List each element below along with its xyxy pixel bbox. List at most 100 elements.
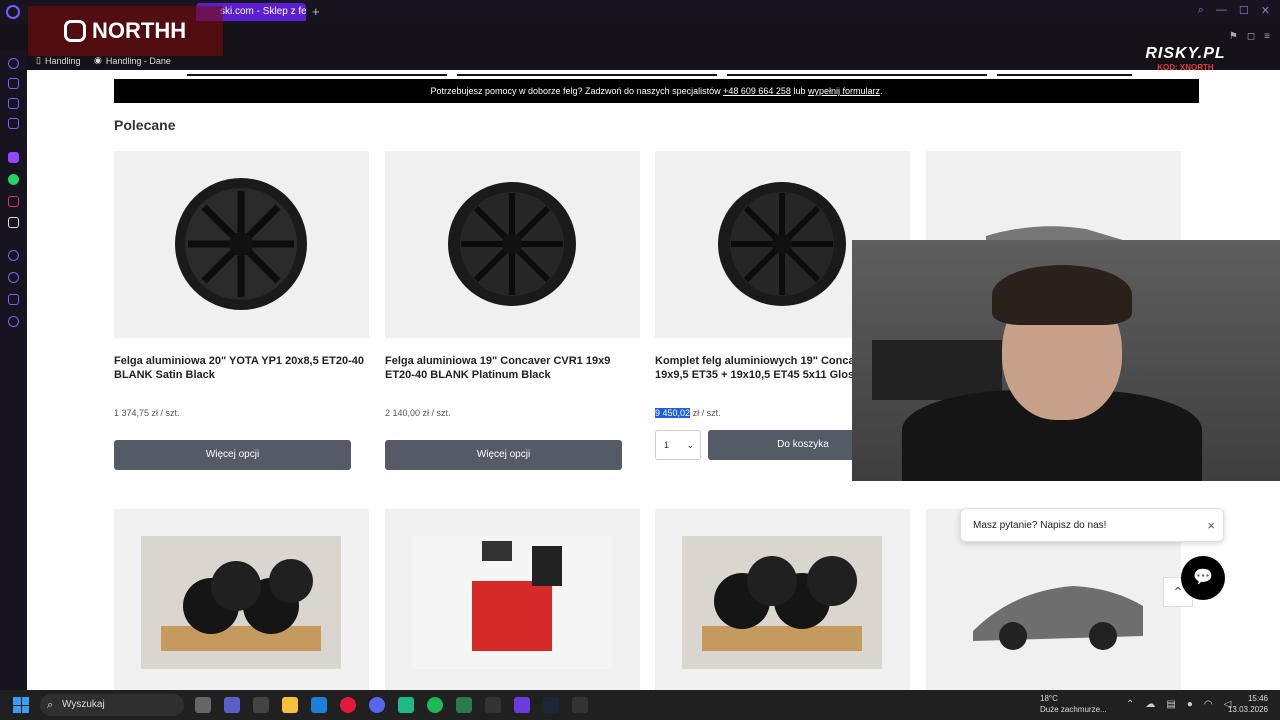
bookmark-icon[interactable]: ⚑ bbox=[1229, 31, 1238, 42]
app-icon[interactable] bbox=[398, 697, 414, 713]
speed-dial-icon[interactable] bbox=[8, 58, 19, 69]
settings-icon[interactable] bbox=[8, 316, 19, 327]
x-icon[interactable] bbox=[8, 217, 19, 228]
product-image[interactable] bbox=[953, 536, 1153, 669]
chat-button[interactable]: 💬 bbox=[1181, 556, 1225, 600]
music-icon[interactable] bbox=[8, 250, 19, 261]
mail-icon[interactable] bbox=[311, 697, 327, 713]
help-form-link[interactable]: wypełnij formularz bbox=[808, 86, 880, 96]
chat-prompt-text: Masz pytanie? Napisz do nas! bbox=[973, 520, 1107, 531]
sponsor-overlay: RISKY.PL KOD: XNORTH -5% NA WSZYSTKO bbox=[1108, 45, 1263, 103]
discord-icon[interactable] bbox=[369, 697, 385, 713]
product-price: 9 450,02 zł / szt. bbox=[655, 408, 721, 418]
wheel-icon bbox=[448, 182, 576, 306]
more-options-button[interactable]: Więcej opcji bbox=[114, 440, 351, 470]
notes-icon[interactable] bbox=[8, 118, 19, 129]
product-name[interactable]: Felga aluminiowa 19" Concaver CVR1 19x9 … bbox=[385, 355, 640, 382]
excel-icon[interactable] bbox=[456, 697, 472, 713]
network-icon[interactable]: ▤ bbox=[1166, 699, 1175, 710]
category-tab[interactable] bbox=[187, 70, 322, 76]
category-tab[interactable] bbox=[852, 70, 987, 76]
more-options-button[interactable]: Więcej opcji bbox=[385, 440, 622, 470]
chat-prompt[interactable]: Masz pytanie? Napisz do nas! × bbox=[960, 508, 1224, 542]
task-view-icon[interactable] bbox=[195, 697, 211, 713]
product-image[interactable] bbox=[141, 536, 341, 669]
section-title: Polecane bbox=[114, 117, 176, 133]
app-icon[interactable] bbox=[485, 697, 501, 713]
product-card[interactable] bbox=[114, 509, 369, 690]
taskbar-apps bbox=[195, 697, 588, 713]
chevron-down-icon: ⌄ bbox=[686, 440, 694, 450]
opera-icon[interactable] bbox=[340, 697, 356, 713]
webcam-overlay bbox=[852, 240, 1280, 481]
sponsor-brand: RISKY.PL bbox=[1145, 45, 1226, 62]
product-image[interactable] bbox=[385, 151, 640, 338]
product-card[interactable] bbox=[655, 509, 910, 690]
product-image[interactable] bbox=[114, 151, 369, 338]
chat-icon: 💬 bbox=[1193, 569, 1213, 586]
chevron-up-icon[interactable]: ⌃ bbox=[1126, 699, 1134, 710]
product-image[interactable] bbox=[682, 536, 882, 669]
clock-time: 15:46 bbox=[1247, 694, 1268, 703]
search-icon[interactable]: ⌕ bbox=[1198, 4, 1204, 17]
quantity-value: 1 bbox=[664, 440, 670, 450]
search-placeholder: Wyszukaj bbox=[62, 699, 105, 710]
menu-icon[interactable]: ≡ bbox=[1264, 31, 1270, 42]
instagram-icon[interactable] bbox=[8, 196, 19, 207]
product-name[interactable]: Felga aluminiowa 20" YOTA YP1 20x8,5 ET2… bbox=[114, 355, 369, 382]
weather-desc: Duże zachmurze... bbox=[1040, 705, 1107, 714]
globe-icon: ◉ bbox=[94, 55, 102, 65]
category-tab[interactable] bbox=[312, 70, 447, 76]
wifi-icon[interactable]: ◠ bbox=[1204, 699, 1213, 710]
search-icon: ⌕ bbox=[47, 699, 54, 711]
spotify-icon[interactable] bbox=[427, 697, 443, 713]
close-icon[interactable]: ✕ bbox=[1261, 4, 1270, 17]
category-tab[interactable] bbox=[457, 70, 592, 76]
system-tray: ⌃ ☁ ▤ ● ◠ ◁ bbox=[1126, 699, 1231, 710]
help-banner: Potrzebujesz pomocy w doborze felg? Zadz… bbox=[114, 79, 1199, 103]
history-icon[interactable] bbox=[8, 98, 19, 109]
maximize-icon[interactable]: ☐ bbox=[1239, 4, 1249, 17]
app-icon[interactable] bbox=[572, 697, 588, 713]
opera-icon[interactable] bbox=[6, 5, 20, 19]
clock-icon[interactable] bbox=[8, 272, 19, 283]
weather-temp: 18°C bbox=[1040, 694, 1058, 703]
category-tab[interactable] bbox=[582, 70, 717, 76]
wheels-pallet-icon bbox=[702, 556, 862, 651]
wheels-pallet-icon bbox=[161, 559, 321, 651]
instagram-name: NORTHH bbox=[92, 18, 187, 43]
app-icon[interactable] bbox=[514, 697, 530, 713]
extensions-icon[interactable] bbox=[8, 78, 19, 89]
product-card[interactable] bbox=[385, 509, 640, 690]
snapshot-icon[interactable]: ◻ bbox=[1247, 31, 1255, 42]
price-unit: zł / szt. bbox=[692, 408, 721, 418]
whatsapp-icon[interactable] bbox=[8, 174, 19, 185]
taskbar-search[interactable]: ⌕ Wyszukaj bbox=[40, 694, 184, 716]
product-price: 1 374,75 zł / szt. bbox=[114, 408, 180, 418]
steam-icon[interactable] bbox=[543, 697, 559, 713]
teams-icon[interactable] bbox=[224, 697, 240, 713]
folder-icon[interactable] bbox=[282, 697, 298, 713]
microphone-icon[interactable]: ● bbox=[1187, 699, 1193, 710]
new-tab-button[interactable]: + bbox=[312, 4, 320, 19]
help-or: lub bbox=[793, 86, 806, 96]
help-phone-link[interactable]: +48 609 664 258 bbox=[723, 86, 791, 96]
cube-icon[interactable] bbox=[8, 294, 19, 305]
minimize-icon[interactable]: — bbox=[1216, 4, 1227, 17]
store-icon[interactable] bbox=[253, 697, 269, 713]
cloud-icon[interactable]: ☁ bbox=[1145, 699, 1155, 710]
help-text: Potrzebujesz pomocy w doborze felg? Zadz… bbox=[430, 86, 721, 96]
product-image[interactable] bbox=[412, 536, 612, 669]
windows-taskbar: ⌕ Wyszukaj 18°C Duże zachmurze... ⌃ ☁ ▤ ●… bbox=[0, 690, 1280, 720]
close-icon[interactable]: × bbox=[1207, 509, 1215, 543]
bookmark-handling-dane[interactable]: ◉ Handling - Dane bbox=[94, 55, 171, 66]
webcam-person-hair bbox=[992, 265, 1132, 325]
clock[interactable]: 15:46 13.03.2026 bbox=[1228, 693, 1268, 715]
bookmark-handling[interactable]: ▯ Handling bbox=[36, 55, 80, 66]
twitch-icon[interactable] bbox=[8, 152, 19, 163]
category-tab[interactable] bbox=[727, 70, 862, 76]
weather-widget[interactable]: 18°C Duże zachmurze... bbox=[1040, 693, 1107, 715]
quantity-select[interactable]: 1 ⌄ bbox=[655, 430, 701, 460]
windows-start-icon[interactable] bbox=[13, 697, 29, 713]
instagram-logo: NORTHH bbox=[28, 6, 223, 56]
